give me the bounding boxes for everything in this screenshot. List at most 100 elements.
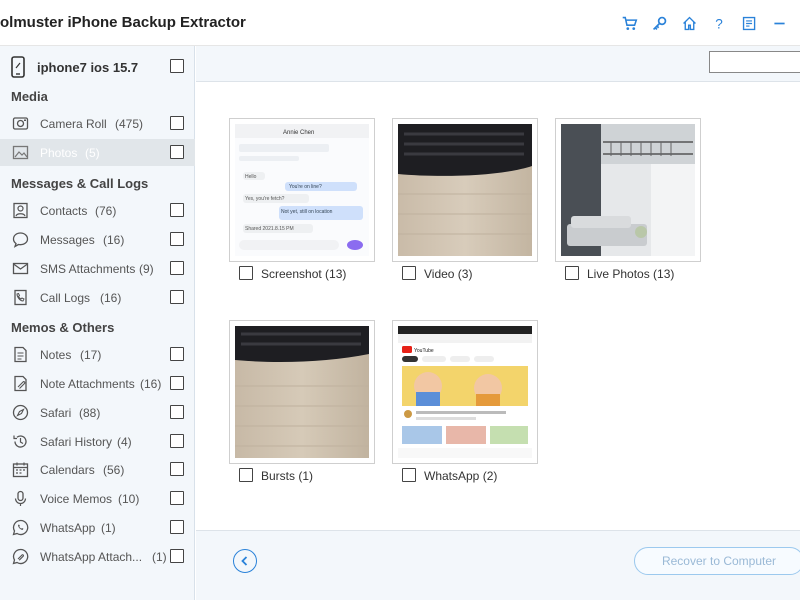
message-bubble-icon xyxy=(12,232,29,248)
sidebar-item-voice-memos[interactable]: Voice Memos (10) xyxy=(0,485,195,512)
album-thumbnail[interactable] xyxy=(392,118,538,262)
back-button[interactable] xyxy=(233,549,257,573)
help-icon[interactable]: ? xyxy=(704,10,734,36)
sidebar-item-label: Call Logs xyxy=(40,291,91,305)
sidebar-item-photos[interactable]: Photos (5) xyxy=(0,139,195,166)
sidebar-item-whatsapp[interactable]: WhatsApp (1) xyxy=(0,514,195,541)
sidebar-item-label: Safari History xyxy=(40,435,113,449)
svg-text:YouTube: YouTube xyxy=(414,348,434,354)
sidebar-item-contacts[interactable]: Contacts (76) xyxy=(0,197,195,224)
sidebar-item-count: (1) xyxy=(101,521,116,535)
recover-to-computer-button[interactable]: Recover to Computer xyxy=(634,547,800,575)
whatsapp-attachments-checkbox[interactable] xyxy=(170,549,184,563)
minimize-icon[interactable] xyxy=(764,10,794,36)
album-thumbnail[interactable] xyxy=(229,320,375,464)
sidebar-item-label: SMS Attachments xyxy=(40,262,136,276)
album-label: Bursts (1) xyxy=(261,469,314,483)
sidebar-item-count: (16) xyxy=(103,233,125,247)
sidebar-item-label: Messages xyxy=(40,233,95,247)
section-messages: Messages & Call Logs xyxy=(11,176,149,191)
phone-icon xyxy=(11,56,25,78)
section-media: Media xyxy=(11,89,48,104)
home-icon[interactable] xyxy=(674,10,704,36)
sidebar-item-count: (56) xyxy=(103,463,125,477)
whatsapp-icon xyxy=(12,519,29,536)
compass-icon xyxy=(12,404,29,421)
search-input[interactable] xyxy=(709,51,800,73)
photo-icon xyxy=(12,145,29,160)
calendars-checkbox[interactable] xyxy=(170,462,184,476)
sidebar-item-calendars[interactable]: Calendars (56) xyxy=(0,456,195,483)
notes-icon xyxy=(14,346,27,363)
album-label: WhatsApp (2) xyxy=(424,469,498,483)
sidebar-item-call-logs[interactable]: Call Logs (16) xyxy=(0,284,195,311)
sidebar-item-label: Voice Memos xyxy=(40,492,113,506)
notes-checkbox[interactable] xyxy=(170,347,184,361)
camera-roll-checkbox[interactable] xyxy=(170,116,184,130)
svg-text:Annie Chen: Annie Chen xyxy=(283,130,314,136)
sidebar-item-label: Safari xyxy=(40,406,72,420)
svg-text:Hello: Hello xyxy=(245,174,257,180)
album-thumbnail[interactable]: YouTube xyxy=(392,320,538,464)
album-grid: Annie Chen Hello You're on line? Yes, yo… xyxy=(196,82,800,530)
sms-attachments-checkbox[interactable] xyxy=(170,261,184,275)
sidebar-item-count: (16) xyxy=(140,377,162,391)
sidebar-item-count: (1) xyxy=(152,550,167,564)
sidebar-item-count: (17) xyxy=(80,348,102,362)
note-attachments-checkbox[interactable] xyxy=(170,376,184,390)
sidebar-item-sms-attachments[interactable]: SMS Attachments (9) xyxy=(0,255,195,282)
safari-history-checkbox[interactable] xyxy=(170,434,184,448)
sidebar-item-camera-roll[interactable]: Camera Roll (475) xyxy=(0,110,195,137)
sidebar-item-label: Calendars xyxy=(40,463,95,477)
microphone-icon xyxy=(14,490,27,506)
messages-checkbox[interactable] xyxy=(170,232,184,246)
sidebar-item-count: (10) xyxy=(118,492,140,506)
album-thumbnail[interactable]: Annie Chen Hello You're on line? Yes, yo… xyxy=(229,118,375,262)
sidebar-item-safari[interactable]: Safari (88) xyxy=(0,399,195,426)
call-logs-checkbox[interactable] xyxy=(170,290,184,304)
contacts-checkbox[interactable] xyxy=(170,203,184,217)
sidebar-item-label: Notes xyxy=(40,348,72,362)
device-row[interactable]: iphone7 ios 15.7 xyxy=(0,52,195,82)
device-checkbox[interactable] xyxy=(170,59,184,73)
voice-memos-checkbox[interactable] xyxy=(170,491,184,505)
photos-checkbox[interactable] xyxy=(170,145,184,159)
svg-text:Not yet, still on location: Not yet, still on location xyxy=(281,209,333,215)
envelope-icon xyxy=(12,262,29,275)
sidebar-item-note-attachments[interactable]: Note Attachments (16) xyxy=(0,370,195,397)
whatsapp-checkbox[interactable] xyxy=(170,520,184,534)
section-memos: Memos & Others xyxy=(11,320,115,335)
whatsapp-attachment-icon xyxy=(12,548,29,565)
history-icon xyxy=(13,435,27,448)
content-toolbar xyxy=(196,46,800,82)
app-title: olmuster iPhone Backup Extractor xyxy=(0,14,246,31)
calendar-icon xyxy=(12,462,29,478)
contacts-icon xyxy=(13,202,28,219)
sidebar-item-count: (475) xyxy=(115,117,144,131)
sidebar: iphone7 ios 15.7 Media Camera Roll (475)… xyxy=(0,46,195,600)
svg-text:You're on line?: You're on line? xyxy=(289,184,322,190)
camera-icon xyxy=(12,117,29,130)
sidebar-item-notes[interactable]: Notes (17) xyxy=(0,341,195,368)
bursts-checkbox[interactable] xyxy=(239,468,253,482)
album-thumbnail[interactable] xyxy=(555,118,701,262)
sidebar-item-messages[interactable]: Messages (16) xyxy=(0,226,195,253)
live-photos-checkbox[interactable] xyxy=(565,266,579,280)
sidebar-item-label: Camera Roll xyxy=(40,117,107,131)
safari-checkbox[interactable] xyxy=(170,405,184,419)
sidebar-item-whatsapp-attachments[interactable]: WhatsApp Attach... (1) xyxy=(0,543,195,570)
title-icons: ? xyxy=(614,10,794,36)
feedback-icon[interactable] xyxy=(734,10,764,36)
chevron-left-icon xyxy=(241,556,248,566)
cart-icon[interactable] xyxy=(614,10,644,36)
sidebar-item-count: (4) xyxy=(117,435,132,449)
device-name: iphone7 ios 15.7 xyxy=(37,60,139,75)
screenshot-checkbox[interactable] xyxy=(239,266,253,280)
whatsapp-album-checkbox[interactable] xyxy=(402,468,416,482)
video-checkbox[interactable] xyxy=(402,266,416,280)
sidebar-item-safari-history[interactable]: Safari History (4) xyxy=(0,428,195,455)
album-label: Live Photos (13) xyxy=(587,267,675,281)
sidebar-item-count: (88) xyxy=(79,406,101,420)
key-icon[interactable] xyxy=(644,10,674,36)
album-label: Video (3) xyxy=(424,267,473,281)
